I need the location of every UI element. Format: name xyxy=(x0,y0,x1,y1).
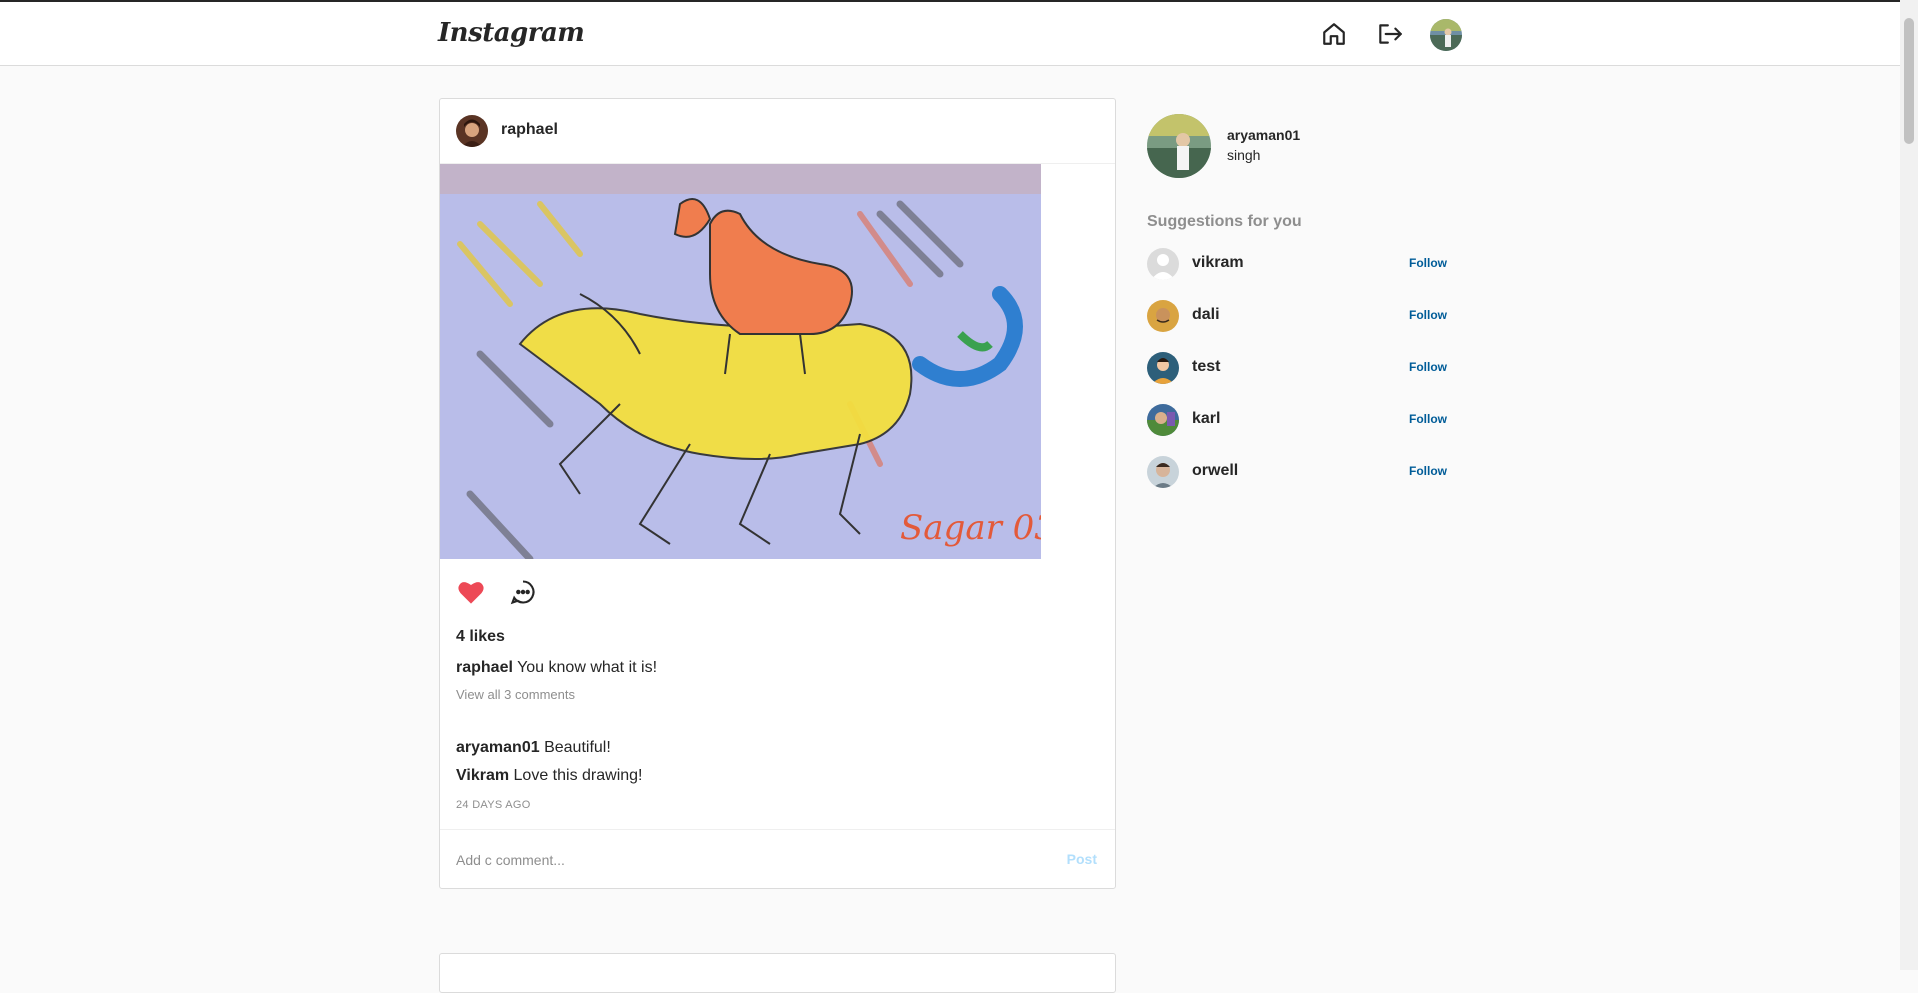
suggestion-avatar[interactable] xyxy=(1147,404,1179,436)
signature-text: Sagar 03 xyxy=(900,508,1041,548)
post-timestamp: 24 DAYS AGO xyxy=(456,799,531,811)
post-header: raphael xyxy=(440,99,1115,164)
comment-username[interactable]: aryaman01 xyxy=(456,739,540,756)
suggestion-item: dali Follow xyxy=(1147,300,1447,352)
post-author-avatar[interactable] xyxy=(456,115,488,147)
suggestions-list: vikram Follow dali Follow test Follow ka… xyxy=(1147,248,1447,508)
instagram-logo[interactable]: Instagram xyxy=(438,18,585,48)
post-actions xyxy=(456,577,538,607)
like-count: 4 likes xyxy=(456,628,505,645)
suggestion-username[interactable]: dali xyxy=(1192,306,1220,324)
logout-icon[interactable] xyxy=(1375,19,1405,49)
view-all-comments-link[interactable]: View all 3 comments xyxy=(456,687,575,702)
comment: aryaman01 Beautiful! xyxy=(456,739,611,757)
post-caption: raphael You know what it is! xyxy=(456,659,657,677)
comment-bubble-icon[interactable] xyxy=(508,577,538,607)
avatar[interactable] xyxy=(1430,19,1462,51)
suggestion-avatar[interactable] xyxy=(1147,352,1179,384)
follow-button[interactable]: Follow xyxy=(1409,360,1447,374)
post-comment-button[interactable]: Post xyxy=(1067,851,1097,867)
current-user-card: aryaman01 singh xyxy=(1147,114,1447,178)
suggestion-item: vikram Follow xyxy=(1147,248,1447,300)
current-username[interactable]: aryaman01 xyxy=(1227,127,1300,143)
suggestion-item: test Follow xyxy=(1147,352,1447,404)
comment-text: Love this drawing! xyxy=(513,767,643,784)
suggestion-avatar[interactable] xyxy=(1147,248,1179,280)
top-navbar: Instagram xyxy=(0,0,1900,66)
suggestion-avatar[interactable] xyxy=(1147,456,1179,488)
follow-button[interactable]: Follow xyxy=(1409,256,1447,270)
suggestion-item: karl Follow xyxy=(1147,404,1447,456)
comment-input[interactable] xyxy=(456,848,1016,872)
suggestions-title: Suggestions for you xyxy=(1147,213,1302,230)
suggestion-username[interactable]: orwell xyxy=(1192,462,1238,480)
caption-username[interactable]: raphael xyxy=(456,659,513,676)
comment-username[interactable]: Vikram xyxy=(456,767,509,784)
comment: Vikram Love this drawing! xyxy=(456,767,643,785)
suggestion-item: orwell Follow xyxy=(1147,456,1447,508)
current-user-fullname: singh xyxy=(1227,147,1261,163)
page-scrollbar[interactable] xyxy=(1900,0,1918,970)
home-icon[interactable] xyxy=(1319,19,1349,49)
comment-text: Beautiful! xyxy=(544,739,611,756)
follow-button[interactable]: Follow xyxy=(1409,308,1447,322)
post-card: raphael Sagar 03 4 likes raphael You kno… xyxy=(439,98,1116,889)
suggestion-username[interactable]: vikram xyxy=(1192,254,1244,272)
follow-button[interactable]: Follow xyxy=(1409,412,1447,426)
post-image[interactable]: Sagar 03 xyxy=(440,164,1041,559)
suggestion-username[interactable]: karl xyxy=(1192,410,1220,428)
follow-button[interactable]: Follow xyxy=(1409,464,1447,478)
current-user-avatar[interactable] xyxy=(1147,114,1211,178)
suggestion-username[interactable]: test xyxy=(1192,358,1220,376)
next-post-card xyxy=(439,953,1116,993)
scrollbar-thumb[interactable] xyxy=(1904,18,1914,144)
post-username[interactable]: raphael xyxy=(501,121,558,139)
like-heart-icon[interactable] xyxy=(456,577,486,607)
suggestion-avatar[interactable] xyxy=(1147,300,1179,332)
add-comment-form: Post xyxy=(440,829,1115,889)
caption-text: You know what it is! xyxy=(517,659,658,676)
